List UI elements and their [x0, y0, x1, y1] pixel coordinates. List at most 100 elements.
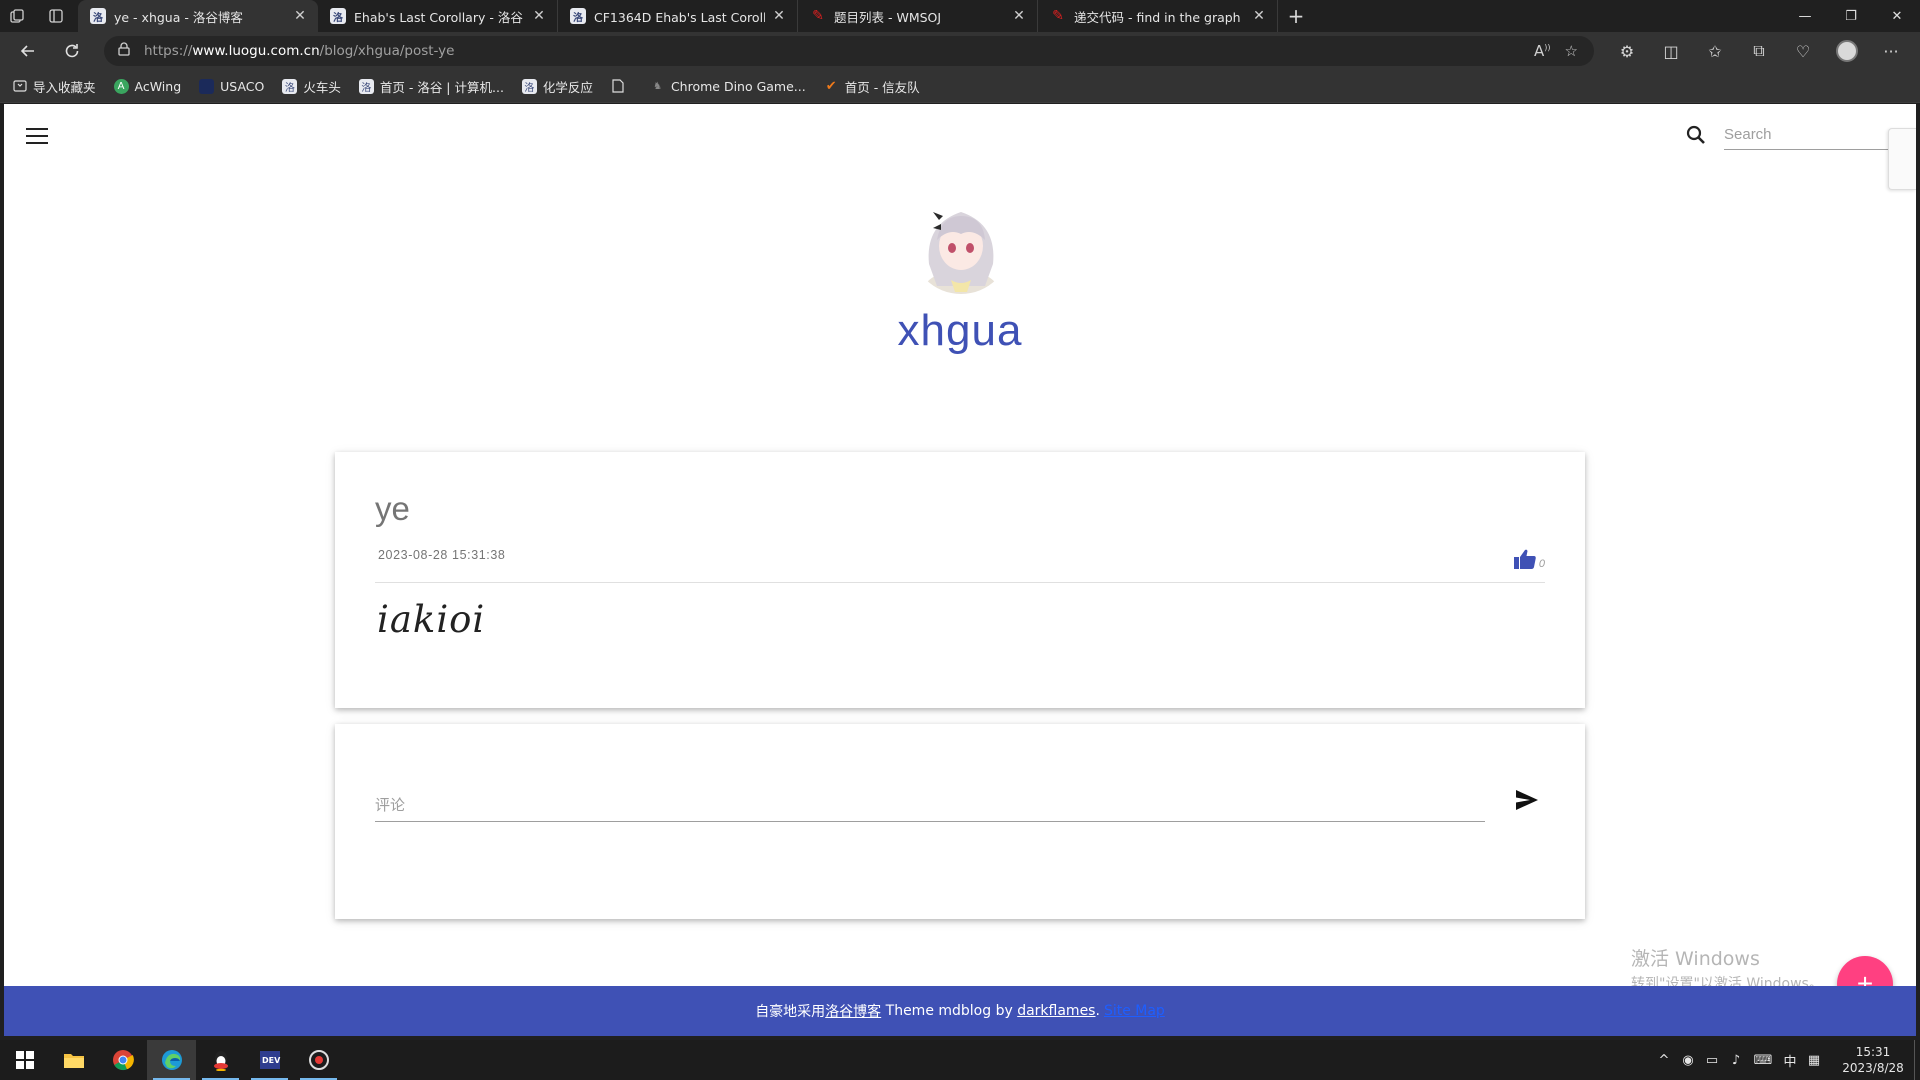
url-domain: www.luogu.com.cn: [192, 43, 320, 59]
window-controls: — ❐ ✕: [1782, 0, 1920, 32]
devcpp-icon[interactable]: DEV: [245, 1040, 294, 1080]
post-title: ye: [375, 490, 410, 527]
post-body: iakioi: [377, 598, 486, 641]
chrome-icon[interactable]: [98, 1040, 147, 1080]
bookmark-label: AcWing: [134, 78, 182, 94]
page-footer: 自豪地采用 洛谷博客 Theme mdblog by darkflames . …: [4, 986, 1916, 1036]
calendar-ime-icon[interactable]: ▦: [1802, 1053, 1826, 1068]
tab-close-icon[interactable]: ✕: [771, 8, 787, 24]
back-icon[interactable]: [6, 32, 50, 70]
watermark-title: 激活 Windows: [1631, 948, 1760, 970]
luogu-icon: 洛: [521, 78, 537, 94]
bookmark-xinyoudui[interactable]: ✔ 首页 - 信友队: [824, 77, 920, 96]
comment-input[interactable]: [375, 788, 1485, 822]
keyboard-icon[interactable]: ⌨: [1748, 1053, 1778, 1068]
side-panel-tab[interactable]: [1888, 128, 1916, 190]
lock-icon[interactable]: [118, 42, 130, 60]
footer-theme-text: Theme mdblog by: [881, 1003, 1018, 1019]
post-card: ye 2023-08-28 15:31:38 0 iakioi: [335, 452, 1585, 708]
new-tab-button[interactable]: +: [1278, 0, 1314, 32]
darkflames-link[interactable]: darkflames: [1017, 1003, 1095, 1019]
close-window-icon[interactable]: ✕: [1874, 0, 1920, 32]
ime-indicator[interactable]: 中: [1778, 1051, 1802, 1070]
bookmark-page[interactable]: [611, 79, 632, 94]
refresh-icon[interactable]: [50, 32, 94, 70]
browser-tab-2[interactable]: 洛 Ehab's Last Corollary - 洛谷 | 计算 ✕: [318, 0, 558, 32]
tab-close-icon[interactable]: ✕: [1011, 8, 1027, 24]
volume-icon[interactable]: ♪: [1724, 1053, 1748, 1068]
bookmark-usaco[interactable]: USACO: [199, 78, 264, 94]
svg-text:DEV: DEV: [262, 1056, 281, 1065]
qq-icon[interactable]: [196, 1040, 245, 1080]
extensions-icon[interactable]: ⚙: [1605, 42, 1649, 61]
restore-icon[interactable]: ❐: [1828, 0, 1874, 32]
site-map-link[interactable]: Site Map: [1104, 1003, 1165, 1019]
browser-tab-3[interactable]: 洛 CF1364D Ehab's Last Corollary - 洛谷 ✕: [558, 0, 798, 32]
luogu-blog-link[interactable]: 洛谷博客: [825, 1001, 881, 1021]
browser-toolbar: ⚙ ◫ ✩ ⧉ ♡ ···: [1605, 32, 1913, 70]
profile-avatar-button[interactable]: [1825, 40, 1869, 62]
bookmark-acwing[interactable]: A AcWing: [113, 78, 182, 94]
luogu-favicon-icon: 洛: [90, 8, 106, 24]
browser-essentials-icon[interactable]: ♡: [1781, 42, 1825, 61]
page-viewport: xhgua ye 2023-08-28 15:31:38 0 iakioi 激活…: [4, 104, 1916, 1036]
more-options-icon[interactable]: ···: [1869, 42, 1913, 61]
bookmark-label: 火车头: [303, 79, 341, 95]
tab-actions-icon[interactable]: [34, 0, 78, 32]
acwing-icon: A: [113, 78, 129, 94]
profile-icon: [1836, 40, 1858, 62]
workspaces-icon[interactable]: [0, 0, 34, 32]
favorites-icon[interactable]: ✩: [1693, 42, 1737, 61]
browser-tab-1[interactable]: 洛 ye - xhgua - 洛谷博客 ✕: [78, 0, 318, 32]
browser-tab-4[interactable]: ✎ 题目列表 - WMSOJ ✕: [798, 0, 1038, 32]
bookmark-label: Chrome Dino Game...: [670, 78, 806, 94]
send-icon[interactable]: [1513, 786, 1541, 814]
bookmark-import[interactable]: 导入收藏夹: [12, 77, 96, 96]
usaco-icon: [199, 78, 215, 94]
address-bar[interactable]: https://www.luogu.com.cn/blog/xhgua/post…: [104, 36, 1594, 66]
recorder-icon[interactable]: [294, 1040, 343, 1080]
collections-icon[interactable]: ⧉: [1737, 41, 1781, 61]
comment-card: [335, 724, 1585, 919]
url-text: https://www.luogu.com.cn/blog/xhgua/post…: [144, 43, 454, 59]
tray-overflow-icon[interactable]: ^: [1652, 1053, 1676, 1068]
bookmark-chemistry[interactable]: 洛 化学反应: [521, 77, 593, 96]
luogu-icon: 洛: [358, 78, 374, 94]
start-icon[interactable]: [0, 1040, 49, 1080]
search-input[interactable]: [1724, 120, 1896, 150]
tab-close-icon[interactable]: ✕: [1251, 8, 1267, 24]
edge-icon[interactable]: [147, 1040, 196, 1080]
tab-close-icon[interactable]: ✕: [292, 8, 308, 24]
browser-tab-5[interactable]: ✎ 递交代码 - find in the graph - WMSOJ ✕: [1038, 0, 1278, 32]
bookmark-label: 化学反应: [542, 79, 593, 95]
bookmark-dino[interactable]: ♞ Chrome Dino Game...: [650, 79, 806, 94]
tab-close-icon[interactable]: ✕: [531, 8, 547, 24]
favorite-star-icon[interactable]: ☆: [1565, 42, 1578, 60]
search-icon[interactable]: [1684, 123, 1708, 147]
bookmark-label: 导入收藏夹: [33, 79, 96, 95]
hamburger-menu-icon[interactable]: [26, 128, 48, 146]
file-explorer-icon[interactable]: [49, 1040, 98, 1080]
bookmark-huochetou[interactable]: 洛 火车头: [282, 77, 341, 96]
search-area: [1684, 120, 1896, 150]
qq-tray-icon[interactable]: ◉: [1676, 1053, 1700, 1068]
url-prefix: https://: [144, 43, 193, 59]
minimize-icon[interactable]: —: [1782, 0, 1828, 32]
address-bar-actions: A)) ☆: [1534, 42, 1578, 60]
split-screen-icon[interactable]: ◫: [1649, 42, 1693, 61]
show-desktop-button[interactable]: [1914, 1040, 1920, 1080]
xinyoudui-icon: ✔: [825, 78, 837, 94]
like-button[interactable]: 0: [1513, 548, 1545, 570]
taskbar-clock[interactable]: 15:31 2023/8/28: [1832, 1044, 1914, 1076]
site-title[interactable]: xhgua: [4, 306, 1916, 356]
post-divider: [375, 582, 1545, 583]
read-aloud-icon[interactable]: A)): [1534, 42, 1551, 60]
bookmark-luogu-home[interactable]: 洛 首页 - 洛谷 | 计算机...: [358, 77, 504, 96]
avatar: [911, 194, 1011, 294]
browser-tab-bar: 洛 ye - xhgua - 洛谷博客 ✕ 洛 Ehab's Last Coro…: [0, 0, 1920, 32]
network-icon[interactable]: ▭: [1700, 1053, 1724, 1068]
tab-title: 题目列表 - WMSOJ: [834, 9, 942, 25]
bookmark-label: 首页 - 洛谷 | 计算机...: [379, 79, 504, 95]
tab-title: Ehab's Last Corollary - 洛谷 | 计算: [354, 9, 525, 25]
tab-title: CF1364D Ehab's Last Corollary - 洛谷: [594, 9, 765, 25]
